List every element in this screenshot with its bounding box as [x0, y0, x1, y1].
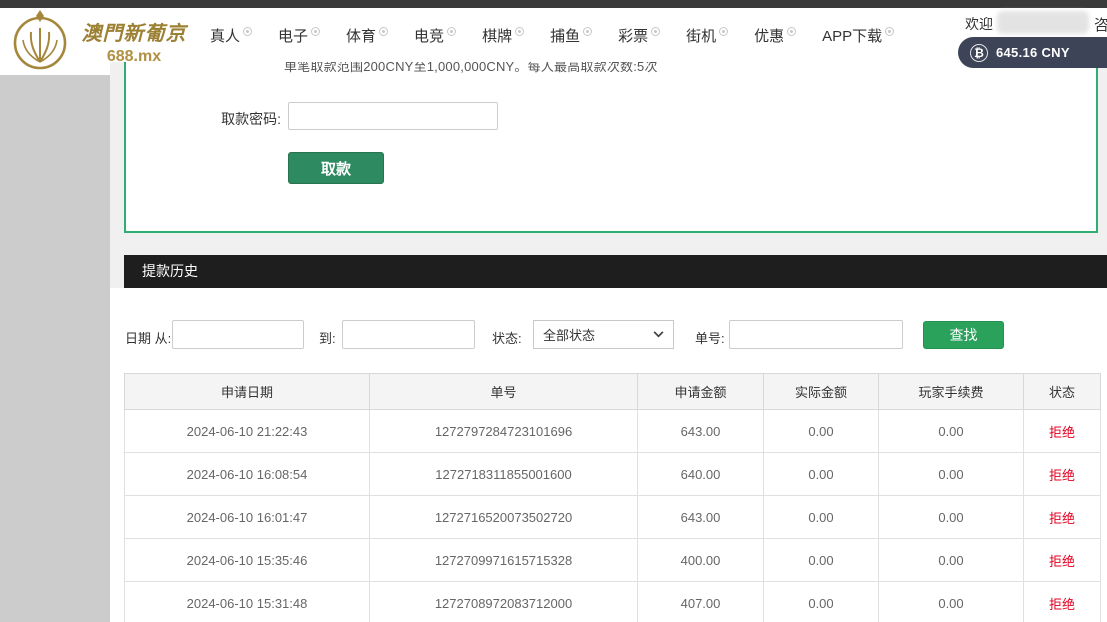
cell-actual-amount: 0.00 — [764, 582, 879, 622]
cell-apply-amount: 400.00 — [638, 539, 764, 582]
status-select[interactable]: 全部状态 — [533, 320, 674, 349]
nav-item-0[interactable]: 真人 — [210, 25, 252, 46]
nav-badge-icon — [311, 27, 320, 36]
site-header: 澳門新葡京 688.mx 真人 电子 体育 电竞 棋牌 捕鱼 彩票 街机 优惠 … — [0, 8, 1107, 62]
cell-player-fee: 0.00 — [879, 582, 1024, 622]
customer-service-partial[interactable]: 咨 — [1094, 14, 1107, 35]
cell-player-fee: 0.00 — [879, 453, 1024, 496]
chevron-down-icon — [653, 331, 664, 338]
table-row: 2024-06-10 16:08:54 1272718311855001600 … — [125, 453, 1101, 496]
date-from-label: 日期 从: — [125, 328, 171, 347]
nav-badge-icon — [243, 27, 252, 36]
nav-item-5[interactable]: 捕鱼 — [550, 25, 592, 46]
cell-apply-amount: 407.00 — [638, 582, 764, 622]
table-row: 2024-06-10 15:35:46 1272709971615715328 … — [125, 539, 1101, 582]
status-badge: 拒绝 — [1024, 539, 1101, 582]
nav-item-6[interactable]: 彩票 — [618, 25, 660, 46]
brand-logo-icon[interactable] — [10, 10, 70, 72]
status-badge: 拒绝 — [1024, 496, 1101, 539]
nav-item-9[interactable]: APP下载 — [822, 25, 894, 46]
cell-order-number: 1272716520073502720 — [370, 496, 638, 539]
col-actual-amount: 实际金额 — [764, 374, 879, 410]
withdraw-history-table: 申请日期 单号 申请金额 实际金额 玩家手续费 状态 2024-06-10 21… — [124, 373, 1101, 622]
search-button[interactable]: 查找 — [923, 321, 1004, 349]
cell-player-fee: 0.00 — [879, 410, 1024, 453]
nav-badge-icon — [719, 27, 728, 36]
balance-amount: 645.16 CNY — [996, 45, 1070, 60]
cell-apply-date: 2024-06-10 21:22:43 — [125, 410, 370, 453]
nav-badge-icon — [515, 27, 524, 36]
status-select-value: 全部状态 — [543, 325, 595, 344]
bitcoin-icon: ₿ — [970, 44, 988, 62]
history-section-header: 提款历史 — [124, 255, 1107, 288]
withdraw-button[interactable]: 取款 — [288, 152, 384, 184]
cell-player-fee: 0.00 — [879, 539, 1024, 582]
withdraw-form-panel: 单笔取款范围200CNY至1,000,000CNY。每人最高取款次数:5次 取款… — [124, 50, 1098, 233]
balance-pill[interactable]: ₿ 645.16 CNY — [958, 37, 1107, 68]
brand-domain: 688.mx — [74, 48, 194, 66]
cell-player-fee: 0.00 — [879, 496, 1024, 539]
nav-badge-icon — [379, 27, 388, 36]
table-header-row: 申请日期 单号 申请金额 实际金额 玩家手续费 状态 — [125, 374, 1101, 410]
cell-apply-amount: 643.00 — [638, 496, 764, 539]
nav-item-4[interactable]: 棋牌 — [482, 25, 524, 46]
cell-actual-amount: 0.00 — [764, 539, 879, 582]
withdraw-password-input[interactable] — [288, 102, 498, 130]
brand-name: 澳門新葡京 — [74, 17, 194, 46]
cell-apply-date: 2024-06-10 15:31:48 — [125, 582, 370, 622]
order-number-label: 单号: — [695, 328, 725, 347]
date-to-input[interactable] — [342, 320, 475, 349]
username-blurred — [997, 11, 1089, 34]
nav-badge-icon — [447, 27, 456, 36]
left-gray-strip — [0, 75, 110, 622]
nav-item-2[interactable]: 体育 — [346, 25, 388, 46]
nav-item-8[interactable]: 优惠 — [754, 25, 796, 46]
table-row: 2024-06-10 15:31:48 1272708972083712000 … — [125, 582, 1101, 622]
nav-badge-icon — [885, 27, 894, 36]
main-nav: 真人 电子 体育 电竞 棋牌 捕鱼 彩票 街机 优惠 APP下载 — [210, 8, 894, 62]
cell-apply-amount: 643.00 — [638, 410, 764, 453]
cell-order-number: 1272718311855001600 — [370, 453, 638, 496]
status-badge: 拒绝 — [1024, 582, 1101, 622]
cell-apply-date: 2024-06-10 16:08:54 — [125, 453, 370, 496]
status-badge: 拒绝 — [1024, 453, 1101, 496]
table-row: 2024-06-10 21:22:43 1272797284723101696 … — [125, 410, 1101, 453]
cell-actual-amount: 0.00 — [764, 496, 879, 539]
col-player-fee: 玩家手续费 — [879, 374, 1024, 410]
history-section-body: 日期 从: 到: 状态: 全部状态 单号: 查找 申请日期 单号 申请金额 实际… — [110, 288, 1107, 622]
cell-order-number: 1272709971615715328 — [370, 539, 638, 582]
status-badge: 拒绝 — [1024, 410, 1101, 453]
nav-badge-icon — [787, 27, 796, 36]
col-apply-amount: 申请金额 — [638, 374, 764, 410]
welcome-label: 欢迎 — [965, 14, 993, 34]
cell-apply-date: 2024-06-10 15:35:46 — [125, 539, 370, 582]
nav-item-7[interactable]: 街机 — [686, 25, 728, 46]
date-from-input[interactable] — [172, 320, 304, 349]
cell-apply-date: 2024-06-10 16:01:47 — [125, 496, 370, 539]
col-status: 状态 — [1024, 374, 1101, 410]
cell-order-number: 1272797284723101696 — [370, 410, 638, 453]
page: 单笔取款范围200CNY至1,000,000CNY。每人最高取款次数:5次 取款… — [0, 0, 1107, 622]
nav-item-1[interactable]: 电子 — [278, 25, 320, 46]
top-strip — [0, 0, 1107, 8]
status-label: 状态: — [492, 328, 522, 347]
cell-actual-amount: 0.00 — [764, 410, 879, 453]
cell-order-number: 1272708972083712000 — [370, 582, 638, 622]
table-row: 2024-06-10 16:01:47 1272716520073502720 … — [125, 496, 1101, 539]
withdraw-password-label: 取款密码: — [126, 109, 281, 129]
nav-badge-icon — [651, 27, 660, 36]
order-number-input[interactable] — [729, 320, 903, 349]
col-apply-date: 申请日期 — [125, 374, 370, 410]
cell-apply-amount: 640.00 — [638, 453, 764, 496]
nav-item-3[interactable]: 电竞 — [414, 25, 456, 46]
col-order-number: 单号 — [370, 374, 638, 410]
cell-actual-amount: 0.00 — [764, 453, 879, 496]
brand-text[interactable]: 澳門新葡京 688.mx — [74, 17, 194, 66]
date-to-label: 到: — [319, 328, 336, 347]
nav-badge-icon — [583, 27, 592, 36]
